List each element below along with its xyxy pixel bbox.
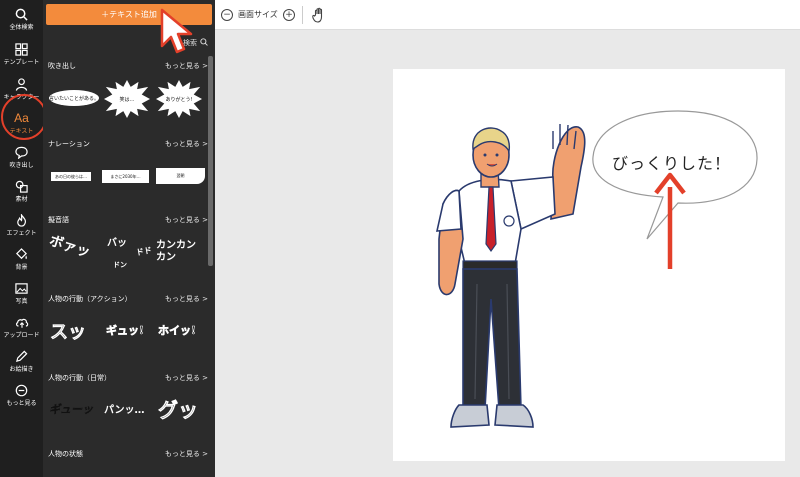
section-title: ナレーション (48, 140, 90, 148)
section-title: 人物の状態 (48, 450, 83, 458)
speech-bubble-text[interactable]: びっくりした！ (612, 150, 731, 174)
photo-icon (14, 280, 30, 296)
more-link[interactable]: もっと見る > (165, 449, 208, 459)
shapes-icon (14, 178, 30, 194)
section-title: 人物の行動（日常） (48, 374, 111, 382)
more-circle-icon (14, 382, 30, 398)
sfx-template[interactable]: パンッ… (104, 401, 145, 416)
section-header: 人物の行動（アクション） もっと見る > (48, 294, 208, 304)
rail-label: お絵描き (9, 366, 34, 373)
section-header: 人物の状態 もっと見る > (48, 449, 208, 459)
rail-label: 背景 (15, 264, 28, 271)
rail-label: エフェクト (6, 230, 37, 237)
bubble-template[interactable]: ありがとう! (156, 80, 202, 118)
rail-item-effects[interactable]: エフェクト (0, 212, 43, 248)
more-link[interactable]: もっと見る > (165, 139, 208, 149)
section-title: 人物の行動（アクション） (48, 295, 132, 303)
sfx-template[interactable]: ギューッ (49, 401, 94, 417)
narration-template[interactable]: 翌朝 (156, 168, 205, 184)
rail-label: 全体検索 (9, 24, 34, 31)
flame-icon (14, 212, 30, 228)
rail-item-photos[interactable]: 写真 (0, 280, 43, 316)
speech-bubble-icon (14, 144, 30, 160)
annotation-circle (1, 94, 47, 140)
sfx-template[interactable]: ホイッ! (158, 322, 196, 338)
bubble-template[interactable]: 笑は… (104, 80, 150, 118)
rail-label: アップロード (3, 332, 40, 339)
section-header: 擬音語 もっと見る > (48, 215, 208, 225)
more-link[interactable]: もっと見る > (165, 294, 208, 304)
rail-item-speech-bubbles[interactable]: 吹き出し (0, 144, 43, 180)
hand-tool-icon[interactable] (312, 7, 326, 27)
section-header: 人物の行動（日常） もっと見る > (48, 373, 208, 383)
section-header: 吹き出し もっと見る > (48, 61, 208, 71)
narration-template[interactable]: まさに2030年… (102, 170, 149, 183)
person-icon (14, 76, 30, 92)
rail-item-templates[interactable]: テンプレート (0, 41, 43, 77)
rail-item-upload[interactable]: アップロード (0, 314, 43, 350)
rail-label: 素材 (15, 196, 28, 203)
zoom-in-button[interactable]: + (283, 9, 295, 21)
section-title: 吹き出し (48, 62, 76, 70)
rail-item-more[interactable]: もっと見る (0, 382, 43, 418)
toolbar-divider (302, 6, 303, 24)
more-link[interactable]: もっと見る > (165, 373, 208, 383)
zoom-out-button[interactable]: − (221, 9, 233, 21)
more-link[interactable]: もっと見る > (165, 215, 208, 225)
icon-rail: 全体検索 テンプレート キャラクター Aa テキスト 吹き出し 素材 エフェクト… (0, 0, 43, 477)
screen-size-label: 画面サイズ (238, 10, 278, 19)
rail-item-background[interactable]: 背景 (0, 246, 43, 282)
panel-scrollbar[interactable] (208, 56, 213, 266)
upload-cloud-icon (14, 314, 30, 330)
character-illustration[interactable] (435, 124, 586, 428)
sfx-template[interactable]: ドン (113, 260, 127, 270)
text-panel: ＋テキスト追加 検索 吹き出し もっと見る > 言いたいことがある。 笑は… あ… (43, 0, 215, 477)
rail-item-search[interactable]: 全体検索 (0, 6, 43, 42)
sfx-template[interactable]: バッ (107, 234, 127, 249)
sfx-template[interactable]: ギュッ! (106, 322, 144, 338)
sfx-template[interactable]: スッ (50, 318, 87, 344)
template-grid-icon (14, 41, 30, 57)
rail-label: 写真 (15, 298, 28, 305)
pen-icon (14, 348, 30, 364)
rail-item-drawing[interactable]: お絵描き (0, 348, 43, 384)
rail-label: 吹き出し (9, 162, 34, 169)
rail-label: テンプレート (3, 59, 40, 66)
sfx-template[interactable]: グッ (158, 394, 199, 423)
sfx-template[interactable]: ドド (135, 245, 153, 259)
rail-item-materials[interactable]: 素材 (0, 178, 43, 214)
rail-label: もっと見る (6, 400, 37, 407)
canvas-artwork (435, 110, 758, 428)
section-title: 擬音語 (48, 216, 69, 224)
sfx-template[interactable]: カンカンカン (156, 240, 204, 264)
search-icon (14, 6, 30, 22)
section-header: ナレーション もっと見る > (48, 139, 208, 149)
paint-bucket-icon (14, 246, 30, 262)
cursor-pointer-icon (160, 8, 193, 54)
search-icon (200, 38, 208, 48)
speech-bubble[interactable] (592, 110, 758, 240)
top-toolbar: − 画面サイズ + (215, 0, 800, 30)
bubble-template[interactable]: 言いたいことがある。 (49, 90, 99, 106)
narration-template[interactable]: あの日の彼らは… (51, 172, 91, 181)
sfx-template[interactable]: ボァッ (47, 230, 93, 262)
more-link[interactable]: もっと見る > (165, 61, 208, 71)
